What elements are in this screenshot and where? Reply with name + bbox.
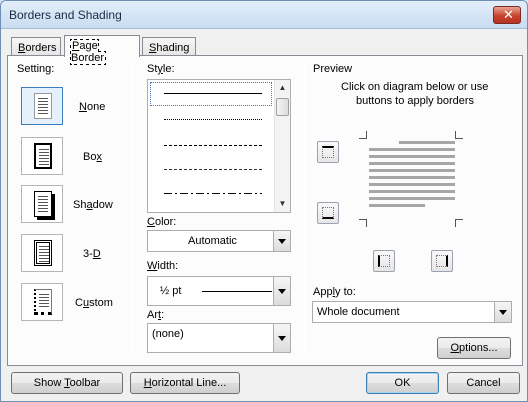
- chevron-down-icon[interactable]: [494, 302, 511, 322]
- ok-button[interactable]: OK: [366, 372, 439, 394]
- close-icon: ✕: [503, 7, 514, 22]
- setting-shadow-button[interactable]: [21, 185, 63, 223]
- scroll-thumb[interactable]: [276, 98, 289, 116]
- setting-none-label: None: [79, 101, 106, 113]
- width-value: ½ pt: [160, 285, 182, 297]
- chevron-down-icon[interactable]: [273, 231, 290, 251]
- color-value: Automatic: [188, 235, 237, 247]
- preview-instructions-1: Click on diagram below or use: [341, 81, 489, 93]
- tab-page-border[interactable]: Page Border: [64, 35, 140, 65]
- page-3d-icon: [34, 240, 52, 266]
- border-top-icon: [322, 146, 334, 158]
- corner-mark: [455, 131, 463, 139]
- preview-diagram[interactable]: [359, 131, 463, 227]
- preview-label: Preview: [313, 63, 353, 75]
- horizontal-line-button[interactable]: Horizontal Line...: [130, 372, 240, 394]
- corner-mark: [455, 219, 463, 227]
- setting-box-button[interactable]: [21, 137, 63, 175]
- setting-3d-button[interactable]: [21, 234, 63, 272]
- border-right-icon: [436, 255, 448, 267]
- close-button[interactable]: ✕: [493, 6, 521, 24]
- show-toolbar-button[interactable]: Show Toolbar: [11, 372, 123, 394]
- border-left-icon: [378, 255, 390, 267]
- title-bar[interactable]: Borders and Shading ✕: [1, 1, 527, 29]
- apply-to-label: Apply to:: [313, 286, 356, 298]
- setting-none-button[interactable]: [21, 87, 63, 125]
- column-divider: [304, 63, 305, 355]
- style-listbox[interactable]: ▲ ▼: [147, 79, 291, 213]
- chevron-down-icon[interactable]: [273, 277, 290, 305]
- tab-borders[interactable]: Borders: [11, 37, 61, 57]
- preview-instructions-2: buttons to apply borders: [356, 95, 475, 107]
- art-value: (none): [152, 328, 184, 340]
- setting-shadow-label: Shadow: [73, 199, 113, 211]
- chevron-down-icon[interactable]: [273, 324, 290, 352]
- column-divider: [131, 63, 132, 355]
- apply-to-dropdown[interactable]: Whole document: [312, 301, 512, 323]
- setting-label: Setting:: [17, 63, 55, 75]
- page-shadow-icon: [34, 191, 52, 217]
- art-dropdown[interactable]: (none): [147, 323, 291, 353]
- style-dash-small-line[interactable]: [164, 169, 262, 170]
- cancel-button[interactable]: Cancel: [447, 372, 520, 394]
- color-dropdown[interactable]: Automatic: [147, 230, 291, 252]
- border-bottom-icon: [322, 207, 334, 219]
- window-title: Borders and Shading: [9, 8, 122, 22]
- scroll-down-icon[interactable]: ▼: [275, 196, 290, 212]
- corner-mark: [359, 131, 367, 139]
- scroll-up-icon[interactable]: ▲: [275, 80, 290, 96]
- setting-custom-label: Custom: [75, 297, 113, 309]
- width-dropdown[interactable]: ½ pt: [147, 276, 291, 306]
- corner-mark: [359, 219, 367, 227]
- setting-custom-button[interactable]: [21, 283, 63, 321]
- options-button[interactable]: Options...: [437, 337, 511, 359]
- page-box-icon: [34, 143, 52, 169]
- tab-shading[interactable]: Shading: [142, 37, 196, 57]
- style-label: Style:: [147, 63, 175, 75]
- selected-style-item[interactable]: [150, 82, 272, 106]
- width-label: Width:: [147, 260, 179, 272]
- tab-label: Page Border: [69, 39, 107, 65]
- left-border-button[interactable]: [373, 250, 395, 272]
- tab-label: Shading: [149, 42, 190, 54]
- width-sample-line: [202, 291, 272, 292]
- apply-to-value: Whole document: [317, 306, 400, 318]
- setting-box-label: Box: [83, 151, 102, 163]
- style-solid-line[interactable]: [164, 93, 262, 94]
- style-dash-dot-line[interactable]: [164, 193, 262, 194]
- setting-3d-label: 3-D: [83, 248, 101, 260]
- bottom-border-button[interactable]: [317, 202, 339, 224]
- style-scrollbar[interactable]: ▲ ▼: [274, 80, 290, 212]
- top-border-button[interactable]: [317, 141, 339, 163]
- borders-and-shading-dialog: Borders and Shading ✕ Borders Page Borde…: [0, 0, 528, 402]
- color-label: Color:: [147, 216, 177, 228]
- art-label: Art:: [147, 309, 165, 321]
- tab-label: Borders: [18, 42, 57, 54]
- right-border-button[interactable]: [431, 250, 453, 272]
- page-none-icon: [34, 93, 52, 119]
- style-dotted-line[interactable]: [164, 119, 262, 120]
- style-dashed-line[interactable]: [164, 145, 262, 146]
- page-custom-icon: [34, 289, 52, 315]
